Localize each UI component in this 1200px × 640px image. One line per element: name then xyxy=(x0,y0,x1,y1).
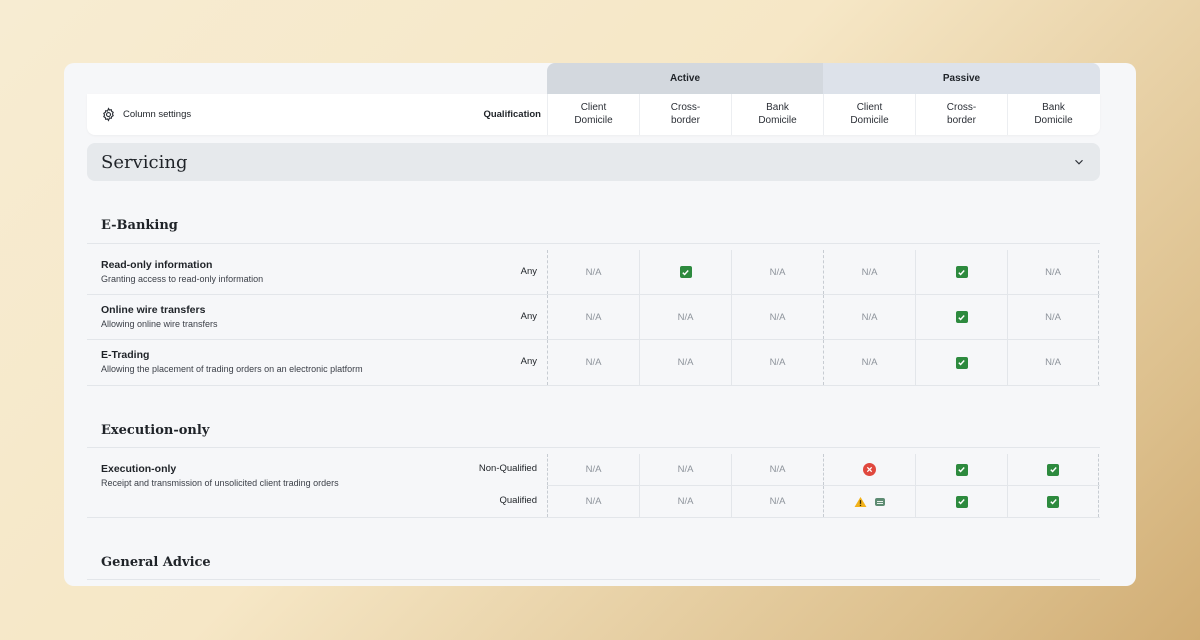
column-passive-cross-border[interactable]: Cross-border xyxy=(915,94,1007,135)
cell-na: N/A xyxy=(823,250,915,294)
table-row: E-Trading Allowing the placement of trad… xyxy=(87,340,1100,386)
check-icon xyxy=(1047,495,1059,508)
row-name: E-Trading xyxy=(101,349,150,361)
cell-check xyxy=(915,250,1007,294)
cell-na: N/A xyxy=(823,340,915,385)
cell-na: N/A xyxy=(1007,340,1099,385)
column-label-line2: Domicile xyxy=(574,114,613,126)
check-icon xyxy=(955,311,968,323)
qualification-header: Qualification xyxy=(483,109,541,120)
group-title-execution-only: Execution-only xyxy=(101,423,210,438)
cell-check xyxy=(915,340,1007,385)
cell-na: N/A xyxy=(547,486,639,517)
column-settings-label: Column settings xyxy=(123,109,192,120)
row-name: Read-only information xyxy=(101,259,213,271)
note-icon[interactable] xyxy=(875,497,885,506)
column-active-bank-domicile[interactable]: Bank Domicile xyxy=(731,94,823,135)
cell-na: N/A xyxy=(1007,295,1099,339)
column-label-line2: border xyxy=(947,114,976,126)
column-label-line2: Domicile xyxy=(850,114,889,126)
row-description: Allowing the placement of trading orders… xyxy=(101,364,363,374)
table-row: Execution-only Receipt and transmission … xyxy=(87,454,1100,518)
divider xyxy=(87,579,1100,580)
check-icon xyxy=(955,356,968,369)
column-settings-button[interactable]: Column settings xyxy=(101,94,191,135)
column-label-line2: border xyxy=(671,114,700,126)
column-label-line1: Bank xyxy=(766,102,789,113)
cell-check xyxy=(639,250,731,294)
cell-cross xyxy=(823,454,915,485)
column-label-line2: Domicile xyxy=(758,114,797,126)
column-label-line2: Domicile xyxy=(1034,114,1073,126)
warning-icon[interactable] xyxy=(854,496,867,508)
cell-na: N/A xyxy=(547,250,639,294)
divider xyxy=(87,243,1100,244)
cell-na: N/A xyxy=(639,454,731,485)
column-label-line1: Client xyxy=(856,102,883,113)
section-title: Servicing xyxy=(101,151,188,173)
cell-check xyxy=(915,454,1007,485)
group-header-active: Active xyxy=(547,63,823,94)
group-header-passive: Passive xyxy=(823,63,1100,94)
gear-icon xyxy=(103,107,114,122)
cell-check xyxy=(915,295,1007,339)
column-header-row: Column settings Qualification Client Domi… xyxy=(87,94,1100,135)
row-qualification: Any xyxy=(520,356,537,367)
column-label-line1: Bank xyxy=(1042,102,1065,113)
column-passive-bank-domicile[interactable]: Bank Domicile xyxy=(1007,94,1099,135)
cell-na: N/A xyxy=(731,295,823,339)
cell-na: N/A xyxy=(731,486,823,517)
table-row: Read-only information Granting access to… xyxy=(87,250,1100,295)
row-qualification: Qualified xyxy=(499,495,538,506)
column-label-line1: Cross- xyxy=(670,102,701,113)
cell-na: N/A xyxy=(639,295,731,339)
row-description: Granting access to read-only information xyxy=(101,274,264,284)
cell-check xyxy=(1007,454,1099,485)
check-icon xyxy=(955,495,968,508)
permissions-card: Active Passive Column settings Qualifica… xyxy=(64,63,1136,586)
check-icon xyxy=(679,266,692,278)
row-qualification: Any xyxy=(520,311,537,322)
column-active-client-domicile[interactable]: Client Domicile xyxy=(547,94,639,135)
column-passive-client-domicile[interactable]: Client Domicile xyxy=(823,94,915,135)
chevron-down-icon[interactable] xyxy=(1072,155,1086,169)
check-icon xyxy=(1047,463,1059,476)
group-title-general-advice: General Advice xyxy=(101,555,211,570)
row-description: Allowing online wire transfers xyxy=(101,319,218,329)
column-label-line1: Client xyxy=(580,102,607,113)
error-icon xyxy=(863,463,876,476)
cell-check xyxy=(915,486,1007,517)
cell-na: N/A xyxy=(731,454,823,485)
cell-na: N/A xyxy=(547,454,639,485)
check-icon xyxy=(955,266,968,278)
check-icon xyxy=(955,463,968,476)
cell-na: N/A xyxy=(547,295,639,339)
cell-na: N/A xyxy=(639,486,731,517)
row-qualification: Any xyxy=(520,266,537,277)
cell-na: N/A xyxy=(639,340,731,385)
divider xyxy=(87,447,1100,448)
section-servicing[interactable]: Servicing xyxy=(87,143,1100,181)
cell-na: N/A xyxy=(823,295,915,339)
group-title-e-banking: E-Banking xyxy=(101,218,178,233)
row-qualification: Non-Qualified xyxy=(478,463,537,474)
cell-warning xyxy=(823,486,915,517)
cell-na: N/A xyxy=(731,250,823,294)
column-label-line1: Cross- xyxy=(946,102,977,113)
row-name: Online wire transfers xyxy=(101,304,206,316)
cell-na: N/A xyxy=(1007,250,1099,294)
cell-na: N/A xyxy=(731,340,823,385)
row-name: Execution-only xyxy=(101,463,177,475)
cell-na: N/A xyxy=(547,340,639,385)
row-description: Receipt and transmission of unsolicited … xyxy=(101,478,339,488)
table-row: Online wire transfers Allowing online wi… xyxy=(87,295,1100,340)
cell-check xyxy=(1007,486,1099,517)
column-active-cross-border[interactable]: Cross-border xyxy=(639,94,731,135)
